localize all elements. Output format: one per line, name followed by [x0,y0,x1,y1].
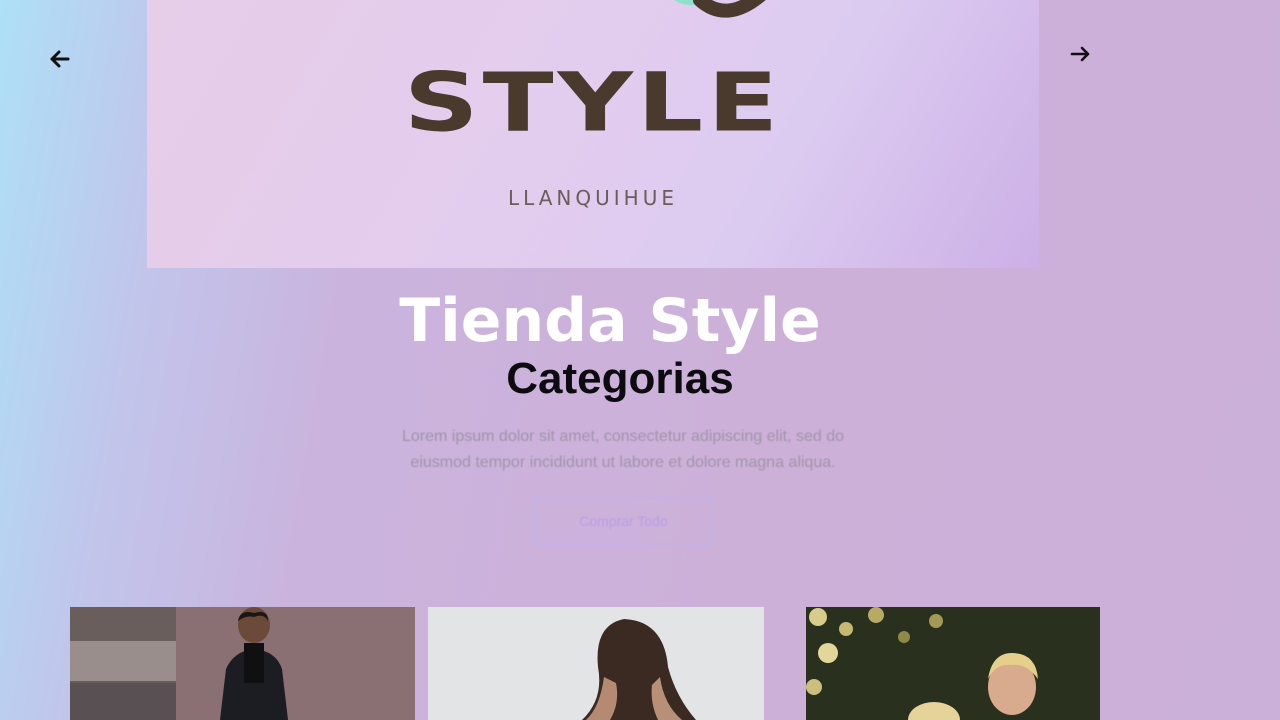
category-card-men[interactable] [70,607,415,720]
category-card-kids[interactable] [806,607,1100,720]
page-title: Tienda Style [399,286,821,356]
hero-banner-image: STYLE LLANQUIHUE [147,0,1039,268]
logo-emblem-icon [674,0,766,18]
arrow-left-icon [50,50,70,68]
category-image-men [70,607,415,720]
carousel-prev-button[interactable] [46,45,74,73]
arrow-right-icon [1070,46,1090,62]
banner-logo-subtext: LLANQUIHUE [508,186,678,210]
carousel-next-button[interactable] [1067,40,1095,68]
banner-logo-text: STYLE [403,54,783,151]
category-card-women[interactable] [428,607,764,720]
shop-all-button[interactable]: Comprar Todo [534,497,713,545]
category-image-kids [806,607,1100,720]
hero-description: Lorem ipsum dolor sit amet, consectetur … [402,428,844,471]
category-image-women [428,607,764,720]
section-subtitle: Categorias [506,354,734,403]
